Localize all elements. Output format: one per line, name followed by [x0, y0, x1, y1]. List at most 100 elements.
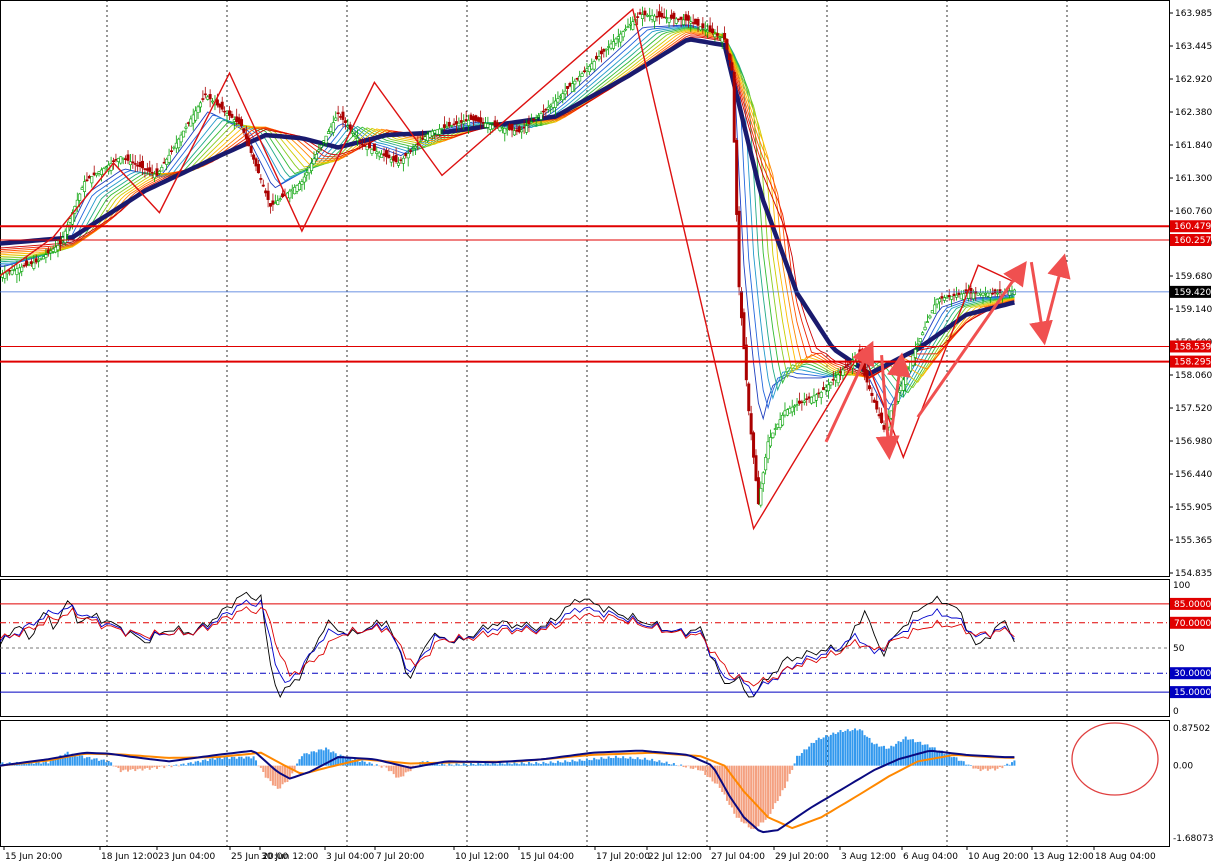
candle-body: [269, 203, 273, 207]
candle-body: [186, 122, 190, 124]
macd-histogram-bar: [66, 751, 69, 766]
candle-body: [638, 12, 642, 15]
candle-body: [715, 33, 719, 36]
candle-body: [83, 181, 87, 192]
candle-body: [599, 50, 603, 55]
candle-body: [925, 321, 929, 323]
macd-histogram-bar: [602, 758, 605, 766]
candle-body: [15, 268, 19, 275]
macd-histogram-bar: [175, 764, 178, 766]
macd-histogram-bar: [397, 765, 400, 778]
candle-body: [674, 18, 678, 24]
candle-body: [706, 30, 710, 33]
stoch-tag-text: 30.0000: [1174, 669, 1211, 679]
macd-histogram-bar: [520, 762, 523, 766]
candle-body: [923, 326, 927, 331]
candle-body: [520, 129, 524, 133]
x-tick-label: 13 Aug 12:00: [1033, 852, 1094, 862]
macd-histogram-bar: [612, 758, 615, 766]
macd-histogram-bar: [827, 736, 830, 766]
candle-body: [189, 118, 193, 127]
macd-histogram-bar: [957, 760, 960, 766]
candle-body: [469, 114, 473, 120]
macd-histogram-bar: [151, 765, 154, 768]
candle-body: [271, 200, 275, 205]
macd-histogram-bar: [508, 763, 511, 766]
candle-body: [462, 121, 466, 124]
candle-body: [904, 373, 908, 385]
candle-body: [256, 163, 260, 174]
candle-body: [807, 396, 811, 399]
macd-histogram-bar: [619, 758, 622, 766]
macd-histogram-bar: [127, 765, 130, 772]
macd-histogram-bar: [672, 763, 675, 766]
macd-histogram-bar: [460, 765, 463, 766]
candle-body: [971, 292, 975, 299]
macd-histogram-bar: [206, 761, 209, 766]
macd-histogram-bar: [974, 765, 977, 769]
stoch-level-tag: 15.0000: [1170, 686, 1211, 699]
y-tick-label: 162.920: [1175, 75, 1212, 85]
candle-body: [423, 136, 427, 140]
candle-body: [334, 117, 338, 121]
candle-body: [218, 103, 222, 108]
candle-body: [380, 154, 384, 158]
candle-body: [160, 167, 164, 172]
macd-histogram-bar: [986, 765, 989, 771]
candle-body: [515, 129, 519, 132]
candle-body: [360, 143, 364, 146]
candle-body: [643, 10, 647, 16]
macd-histogram-bar: [511, 764, 514, 766]
macd-histogram-bar: [991, 765, 994, 769]
candle-body: [761, 472, 765, 485]
candle-body: [626, 26, 630, 28]
macd-histogram-bar: [571, 759, 574, 766]
candle-body: [27, 264, 31, 266]
macd-histogram-bar: [636, 757, 639, 766]
macd-histogram-bar: [771, 765, 774, 810]
candle-body: [636, 16, 640, 18]
macd-histogram-bar: [35, 762, 38, 766]
macd-histogram-bar: [482, 764, 485, 766]
macd-histogram-bar: [600, 757, 603, 766]
macd-histogram-bar: [496, 764, 499, 766]
macd-histogram-bar: [385, 765, 388, 768]
candle-body: [143, 168, 147, 170]
candle-body: [80, 187, 84, 190]
macd-histogram-bar: [1003, 765, 1006, 766]
macd-histogram-bar: [308, 754, 311, 766]
candle-body: [544, 108, 548, 111]
macd-histogram-bar: [641, 759, 644, 766]
candle-body: [983, 292, 987, 295]
candle-body: [281, 193, 285, 198]
candle-body: [942, 297, 946, 301]
macd-histogram-bar: [380, 765, 383, 768]
macd-histogram-bar: [858, 729, 861, 766]
macd-histogram-bar: [617, 757, 620, 766]
candle-body: [865, 370, 869, 383]
candle-body: [493, 120, 497, 127]
candle-body: [918, 338, 922, 343]
candle-body: [640, 14, 644, 19]
candle-body: [512, 130, 516, 136]
macd-histogram-bar: [44, 761, 47, 766]
macd-histogram-bar: [549, 761, 552, 766]
candle-body: [694, 18, 698, 25]
candle-body: [836, 374, 840, 384]
candle-body: [232, 119, 236, 122]
candle-body: [148, 167, 152, 172]
candle-body: [411, 148, 415, 150]
candle-body: [471, 116, 475, 121]
candle-body: [529, 121, 533, 123]
macd-histogram-bar: [996, 765, 999, 769]
candle-body: [341, 111, 345, 120]
candle-body: [184, 126, 188, 129]
candle-body: [701, 23, 705, 29]
macd-histogram-bar: [854, 728, 857, 766]
candle-body: [112, 160, 116, 163]
macd-histogram-bar: [465, 764, 468, 766]
candle-body: [326, 131, 330, 134]
macd-histogram-bar: [141, 765, 144, 771]
macd-histogram-bar: [233, 756, 236, 766]
macd-histogram-bar: [518, 764, 521, 766]
